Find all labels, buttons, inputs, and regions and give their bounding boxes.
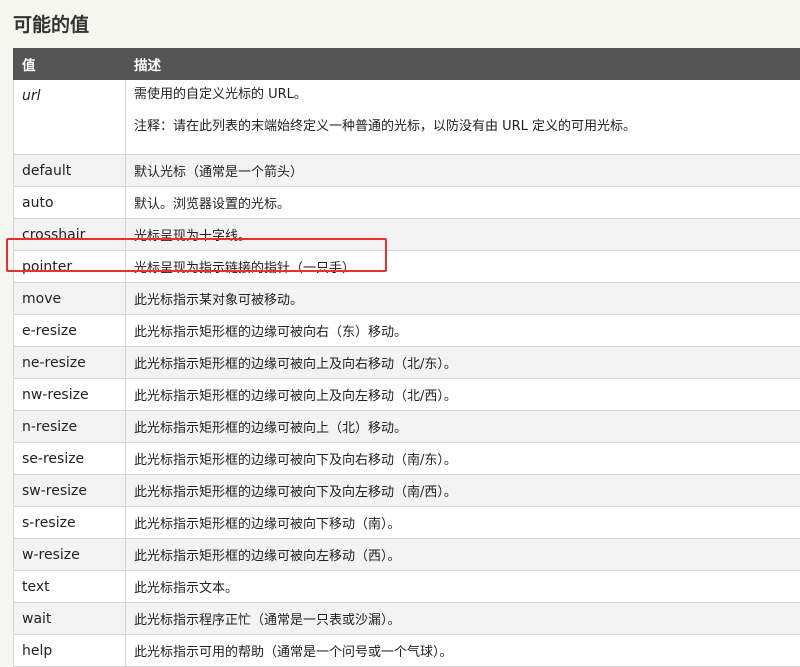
values-table: 值 描述 url 需使用的自定义光标的 URL。 注释：请在此列表的末端始终定义… <box>13 48 800 667</box>
description-cell: 此光标指示矩形框的边缘可被向上（北）移动。 <box>125 410 800 443</box>
description-cell: 光标呈现为十字线。 <box>125 218 800 251</box>
description-cell: 此光标指示某对象可被移动。 <box>125 282 800 315</box>
description-cell: 需使用的自定义光标的 URL。 注释：请在此列表的末端始终定义一种普通的光标，以… <box>125 79 800 155</box>
value-cell: wait <box>13 602 126 635</box>
section-title: 可能的值 <box>13 14 90 36</box>
table-header-row: 值 描述 <box>13 48 800 80</box>
value-cell: s-resize <box>13 506 126 539</box>
value-cell: help <box>13 634 126 667</box>
value-cell: url <box>13 79 126 155</box>
value-cell: crosshair <box>13 218 126 251</box>
description-cell: 此光标指示矩形框的边缘可被向上及向右移动（北/东）。 <box>125 346 800 379</box>
table-row: default 默认光标（通常是一个箭头） <box>13 154 800 187</box>
description-cell: 此光标指示可用的帮助（通常是一个问号或一个气球）。 <box>125 634 800 667</box>
table-row: help 此光标指示可用的帮助（通常是一个问号或一个气球）。 <box>13 634 800 667</box>
description-cell: 此光标指示矩形框的边缘可被向下及向右移动（南/东）。 <box>125 442 800 475</box>
description-text: 需使用的自定义光标的 URL。 <box>134 87 307 102</box>
description-note: 注释：请在此列表的末端始终定义一种普通的光标，以防没有由 URL 定义的可用光标… <box>134 119 637 134</box>
table-row: ne-resize 此光标指示矩形框的边缘可被向上及向右移动（北/东）。 <box>13 346 800 379</box>
table-row: w-resize 此光标指示矩形框的边缘可被向左移动（西）。 <box>13 538 800 571</box>
value-cell: nw-resize <box>13 378 126 411</box>
column-header-value: 值 <box>13 48 126 80</box>
value-cell: auto <box>13 186 126 219</box>
table-row: s-resize 此光标指示矩形框的边缘可被向下移动（南）。 <box>13 506 800 539</box>
value-cell: sw-resize <box>13 474 126 507</box>
description-cell: 此光标指示程序正忙（通常是一只表或沙漏）。 <box>125 602 800 635</box>
description-cell: 光标呈现为指示链接的指针（一只手） <box>125 250 800 283</box>
description-cell: 默认光标（通常是一个箭头） <box>125 154 800 187</box>
value-cell: e-resize <box>13 314 126 347</box>
table-row: wait 此光标指示程序正忙（通常是一只表或沙漏）。 <box>13 602 800 635</box>
value-cell: text <box>13 570 126 603</box>
table-row: pointer 光标呈现为指示链接的指针（一只手） <box>13 250 800 283</box>
description-cell: 此光标指示矩形框的边缘可被向左移动（西）。 <box>125 538 800 571</box>
column-header-description: 描述 <box>125 48 800 80</box>
description-cell: 此光标指示矩形框的边缘可被向下移动（南）。 <box>125 506 800 539</box>
description-cell: 此光标指示矩形框的边缘可被向上及向左移动（北/西）。 <box>125 378 800 411</box>
table-row: e-resize 此光标指示矩形框的边缘可被向右（东）移动。 <box>13 314 800 347</box>
value-cell: move <box>13 282 126 315</box>
table-row: nw-resize 此光标指示矩形框的边缘可被向上及向左移动（北/西）。 <box>13 378 800 411</box>
table-row: se-resize 此光标指示矩形框的边缘可被向下及向右移动（南/东）。 <box>13 442 800 475</box>
table-row: auto 默认。浏览器设置的光标。 <box>13 186 800 219</box>
description-cell: 此光标指示矩形框的边缘可被向下及向左移动（南/西）。 <box>125 474 800 507</box>
value-cell: pointer <box>13 250 126 283</box>
description-cell: 此光标指示矩形框的边缘可被向右（东）移动。 <box>125 314 800 347</box>
value-cell: w-resize <box>13 538 126 571</box>
table-row: move 此光标指示某对象可被移动。 <box>13 282 800 315</box>
description-cell: 此光标指示文本。 <box>125 570 800 603</box>
table-row: text 此光标指示文本。 <box>13 570 800 603</box>
value-cell: se-resize <box>13 442 126 475</box>
table-row: sw-resize 此光标指示矩形框的边缘可被向下及向左移动（南/西）。 <box>13 474 800 507</box>
table-row: n-resize 此光标指示矩形框的边缘可被向上（北）移动。 <box>13 410 800 443</box>
table-row: url 需使用的自定义光标的 URL。 注释：请在此列表的末端始终定义一种普通的… <box>13 79 800 155</box>
page: 可能的值 值 描述 url 需使用的自定义光标的 URL。 注释：请在此列表的末… <box>0 0 800 667</box>
value-cell: default <box>13 154 126 187</box>
description-cell: 默认。浏览器设置的光标。 <box>125 186 800 219</box>
value-cell: n-resize <box>13 410 126 443</box>
value-cell: ne-resize <box>13 346 126 379</box>
table-row: crosshair 光标呈现为十字线。 <box>13 218 800 251</box>
